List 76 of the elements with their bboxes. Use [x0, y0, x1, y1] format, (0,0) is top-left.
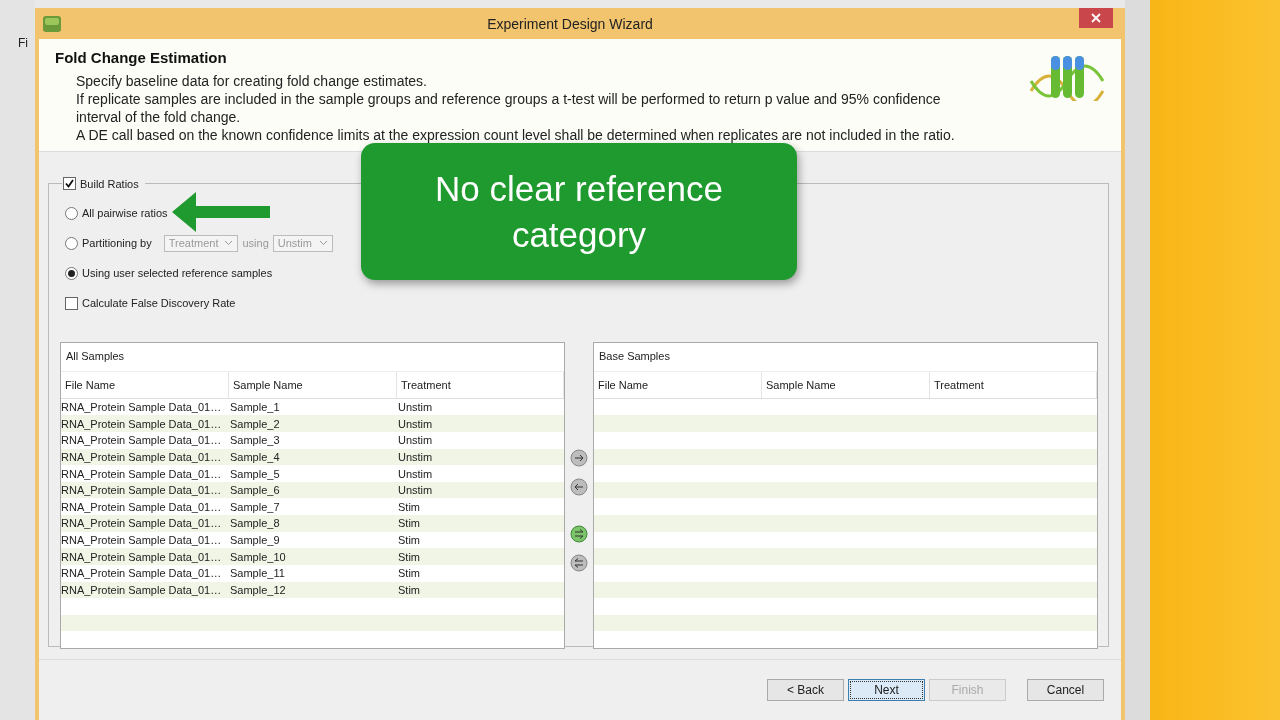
table-cell-text: Stim — [397, 500, 421, 513]
joiner-text: using — [242, 237, 269, 249]
table-cell-text: Sample_3 — [229, 434, 281, 447]
wizard-button[interactable]: Next — [848, 679, 925, 701]
table-cell-text: Stim — [397, 517, 421, 530]
table-cell-text: RNA_Protein Sample Data_01… — [61, 517, 223, 530]
table-cell-text: Sample_4 — [229, 450, 281, 463]
window-title: Experiment Design Wizard — [486, 15, 654, 32]
table-cell-text: RNA_Protein Sample Data_01… — [61, 467, 223, 480]
column-header[interactable]: Treatment — [930, 371, 1097, 398]
table-cell-text: RNA_Protein Sample Data_01… — [61, 550, 223, 563]
description-text: A DE call based on the known confidence limits at the expression count level shall be determined when replicates are not included in the ratio. — [76, 126, 956, 144]
table-cell-text: Sample_12 — [229, 583, 287, 596]
column-header[interactable]: File Name — [594, 371, 762, 398]
table-cell-text: Sample_1 — [229, 401, 281, 413]
table-cell-text: Sample_10 — [229, 550, 287, 563]
radio-button[interactable] — [65, 266, 78, 280]
table-cell-text: RNA_Protein Sample Data_01… — [61, 450, 223, 463]
table-cell-text: Unstim — [397, 484, 434, 497]
table-cell-text: RNA_Protein Sample Data_01… — [61, 434, 223, 447]
menu-item[interactable]: Fi — [18, 36, 28, 50]
callout-text: No clear reference category — [361, 143, 797, 280]
wizard-button[interactable]: Cancel — [1027, 679, 1104, 701]
table-cell-text: Stim — [397, 550, 421, 563]
checkbox[interactable] — [63, 177, 76, 190]
table-cell-text: Sample_11 — [229, 567, 286, 580]
table-cell-text: Unstim — [397, 417, 434, 430]
radio-label: Partitioning by — [82, 237, 152, 249]
panel-title: Base Samples — [594, 343, 1097, 372]
table-cell-text: Sample_2 — [229, 417, 281, 430]
radio-label: All pairwise ratios — [82, 207, 168, 219]
radio-label: Using user selected reference samples — [82, 267, 273, 279]
table-cell-text: RNA_Protein Sample Data_01… — [61, 417, 223, 430]
table-cell-text: RNA_Protein Sample Data_01… — [61, 401, 223, 413]
arrow-left-icon[interactable] — [570, 478, 588, 496]
table-cell-text: Unstim — [397, 450, 434, 463]
table-cell-text: RNA_Protein Sample Data_01… — [61, 484, 223, 497]
chevron-down-icon — [318, 240, 328, 246]
description-text: interval of the fold change. — [76, 108, 242, 126]
radio-button[interactable] — [65, 206, 78, 220]
arrow-left-icon — [170, 190, 272, 234]
table-cell-text: Stim — [397, 583, 421, 596]
column-header[interactable]: Sample Name — [229, 371, 397, 398]
table-cell-text: Sample_5 — [229, 467, 281, 480]
checkbox-label: Build Ratios — [80, 177, 139, 190]
wizard-button[interactable]: < Back — [767, 679, 844, 701]
panel-title: All Samples — [61, 343, 564, 372]
double-arrow-right-icon[interactable] — [570, 525, 588, 543]
description-text: Specify baseline data for creating fold change estimates. — [76, 72, 428, 90]
column-header[interactable]: Sample Name — [762, 371, 930, 398]
table-cell-text: Stim — [397, 567, 421, 580]
column-header[interactable]: File Name — [61, 371, 229, 398]
close-button[interactable] — [1079, 8, 1113, 28]
checkbox[interactable] — [65, 296, 78, 310]
arrow-right-icon[interactable] — [570, 449, 588, 467]
table-cell-text: Sample_7 — [229, 500, 281, 513]
table-cell-text: Unstim — [397, 401, 434, 413]
table-cell-text: Unstim — [397, 467, 434, 480]
table-cell-text: Sample_6 — [229, 484, 281, 497]
description-text: If replicate samples are included in the sample groups and reference groups a t-test will be performed to return p value and 95% confidence — [76, 90, 942, 108]
table-cell-text: Sample_8 — [229, 517, 281, 530]
checkbox-label: Calculate False Discovery Rate — [82, 297, 236, 309]
column-header[interactable]: Treatment — [397, 371, 564, 398]
page-heading: Fold Change Estimation — [55, 49, 228, 66]
app-logo-icon — [43, 15, 61, 32]
close-icon — [1091, 13, 1101, 23]
table-cell-text: Unstim — [397, 434, 434, 447]
double-arrow-left-icon[interactable] — [570, 554, 588, 572]
table-cell-text: Sample_9 — [229, 534, 281, 546]
chevron-down-icon — [224, 240, 234, 246]
table-cell-text: RNA_Protein Sample Data_01… — [61, 534, 223, 546]
table-cell-text: RNA_Protein Sample Data_01… — [61, 567, 223, 580]
radio-button[interactable] — [65, 236, 78, 250]
table-cell-text: RNA_Protein Sample Data_01… — [61, 500, 223, 513]
table-cell-text: Stim — [397, 534, 421, 546]
table-cell-text: RNA_Protein Sample Data_01… — [61, 583, 223, 596]
